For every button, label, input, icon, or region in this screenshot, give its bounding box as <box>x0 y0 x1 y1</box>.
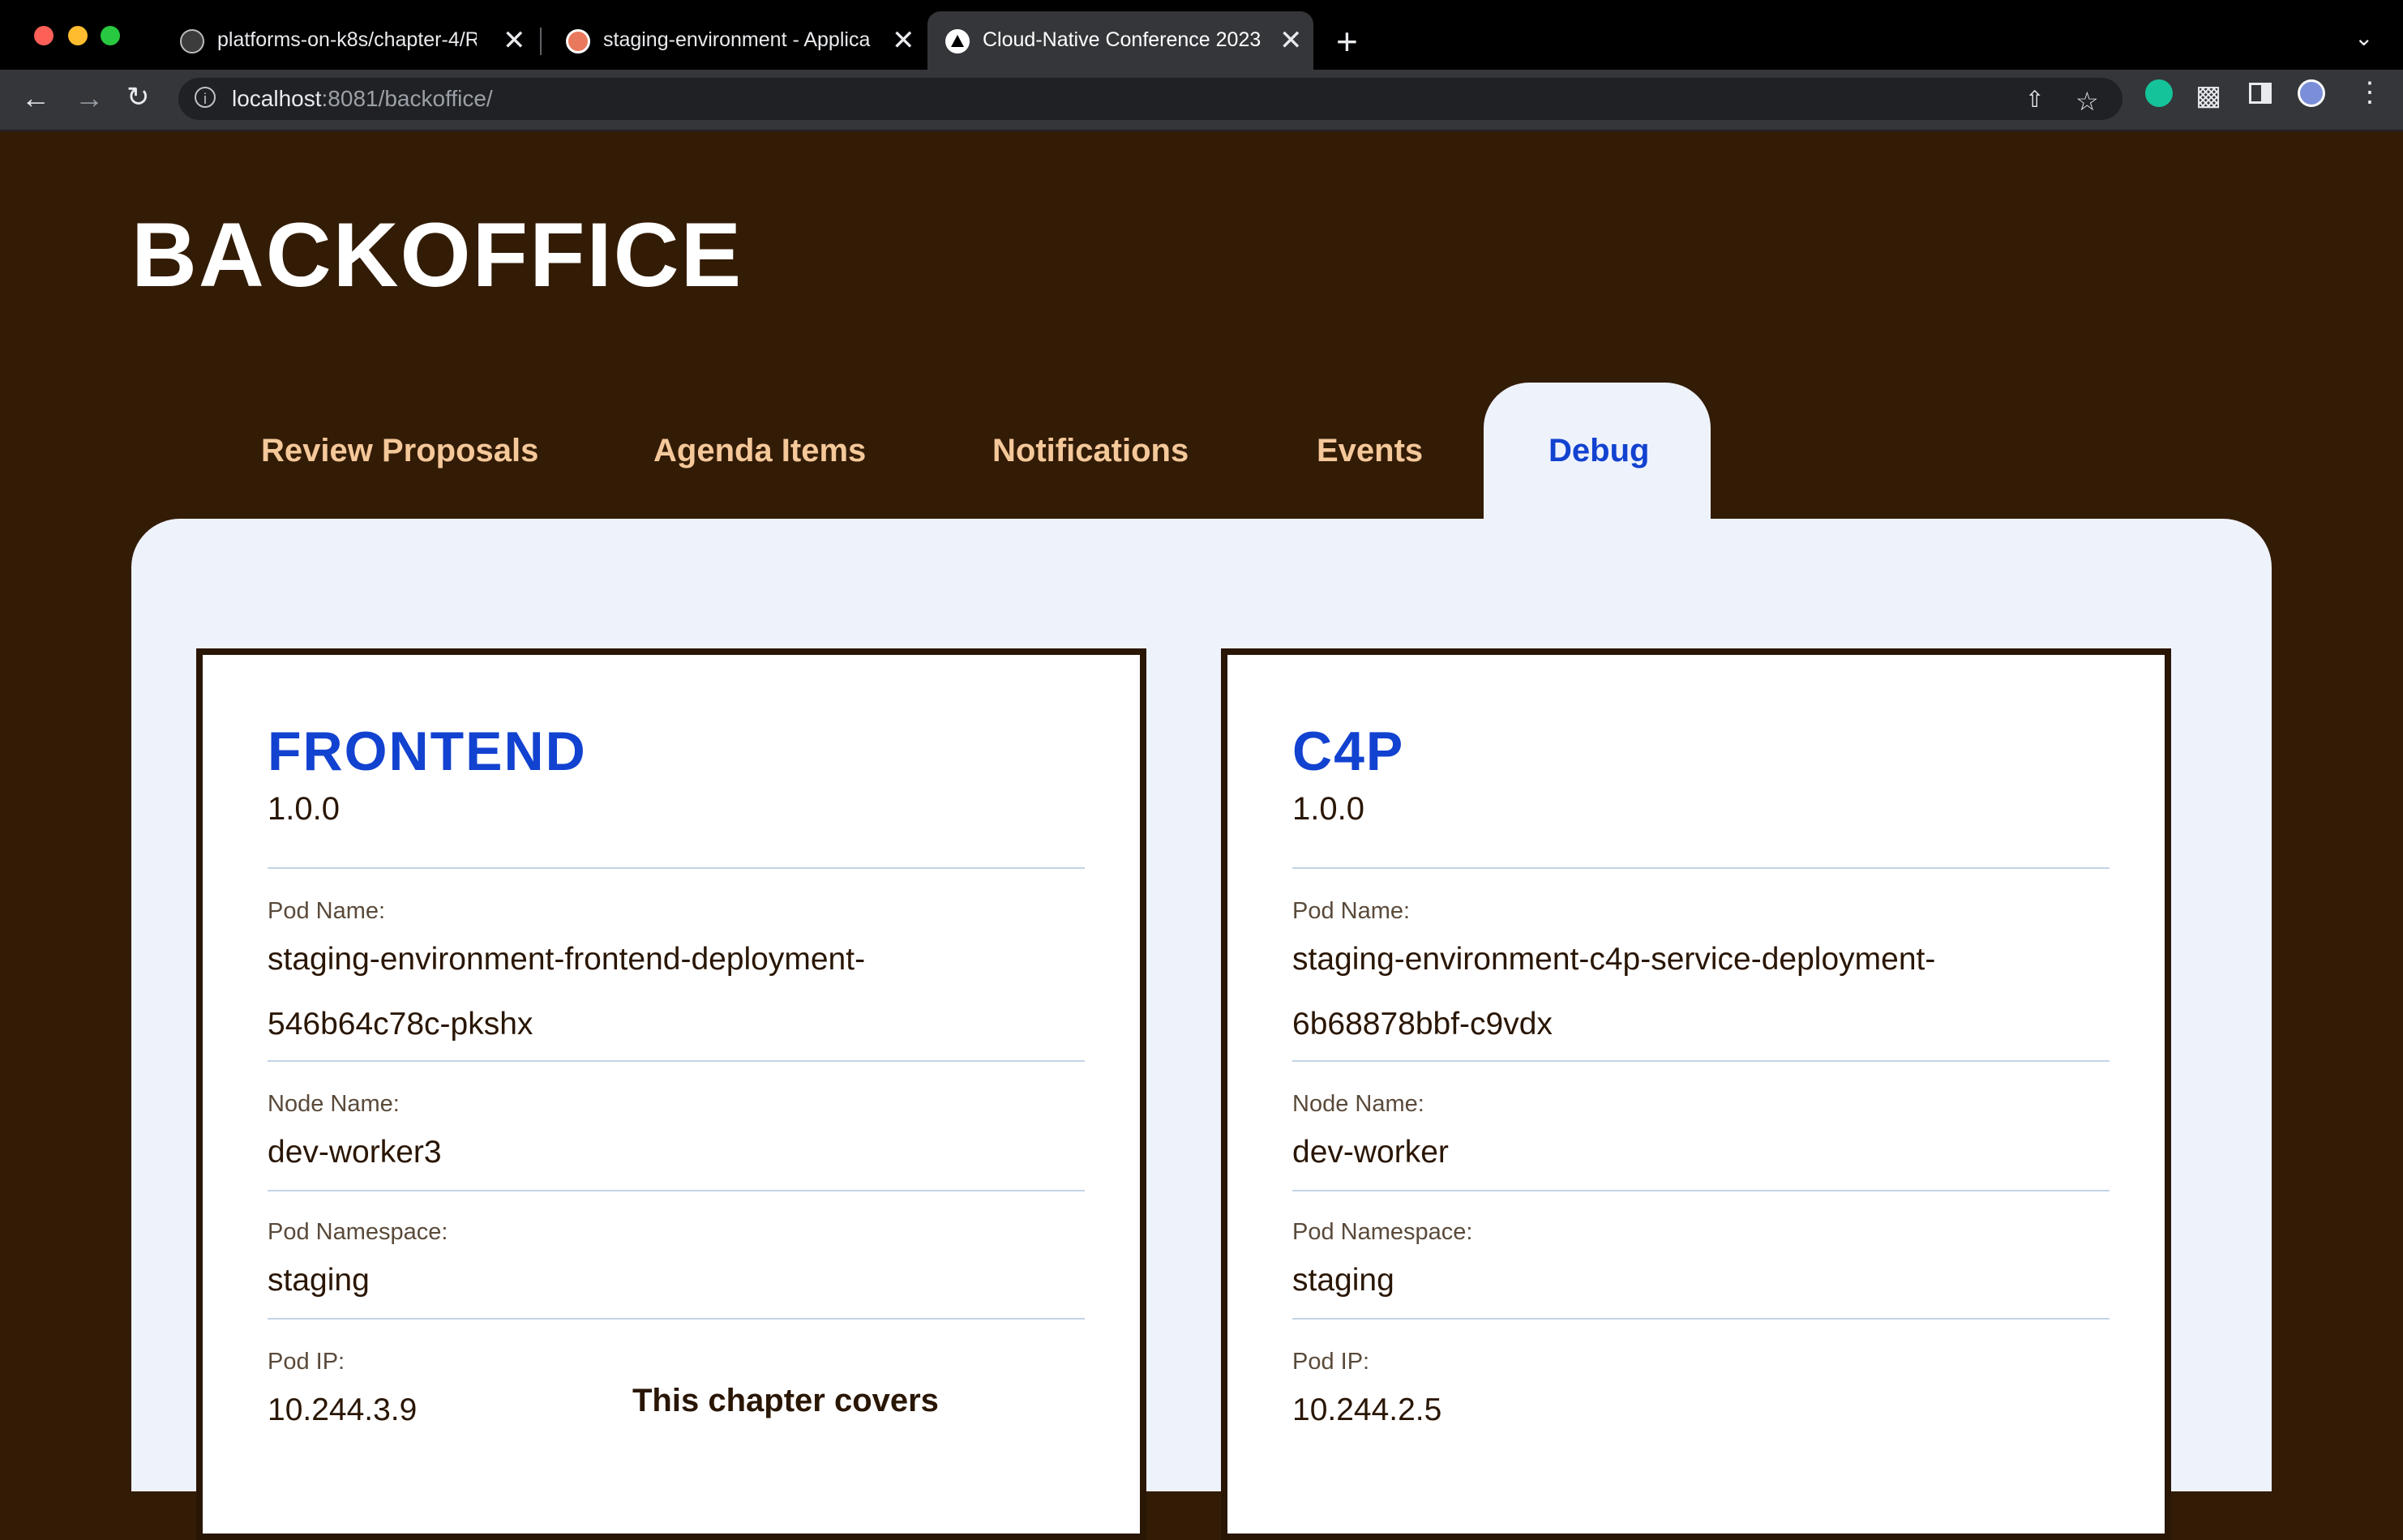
pod-ip-label: Pod IP: <box>268 1349 345 1375</box>
pod-namespace-label: Pod Namespace: <box>1292 1219 1473 1245</box>
node-name-label: Node Name: <box>268 1091 400 1117</box>
pod-namespace-value: staging <box>1292 1263 1394 1298</box>
back-arrow-icon[interactable]: ← <box>21 81 50 115</box>
triangle-logo-icon <box>945 29 970 53</box>
tab-title: Cloud-Native Conference 2023 <box>983 28 1261 51</box>
browser-tab-conference[interactable]: Cloud-Native Conference 2023 ✕ <box>927 11 1313 70</box>
side-panel-icon[interactable] <box>2249 83 2272 104</box>
pod-ip-label: Pod IP: <box>1292 1349 1370 1375</box>
tab-search-chevron-icon[interactable]: ⌄ <box>2354 24 2373 51</box>
bookmark-star-icon[interactable]: ☆ <box>2075 86 2099 117</box>
browser-tab-strip: platforms-on-k8s/chapter-4/R ✕ staging-e… <box>0 0 2403 70</box>
tab-title: platforms-on-k8s/chapter-4/R <box>217 28 477 51</box>
forward-arrow-icon[interactable]: → <box>75 81 104 115</box>
divider <box>268 867 1085 869</box>
pod-ip-value: 10.244.2.5 <box>1292 1392 1442 1427</box>
overlay-caption: This chapter covers <box>632 1383 939 1418</box>
pod-name-value-line2: 6b68878bbf-c9vdx <box>1292 1007 1553 1042</box>
close-icon[interactable]: ✕ <box>503 24 526 57</box>
node-name-value: dev-worker3 <box>268 1135 442 1170</box>
node-name-value: dev-worker <box>1292 1135 1449 1170</box>
service-name: C4P <box>1292 721 1405 782</box>
pod-name-value-line2: 546b64c78c-pkshx <box>268 1007 533 1042</box>
url-text[interactable]: localhost:8081/backoffice/ <box>232 86 493 112</box>
service-version: 1.0.0 <box>268 791 340 827</box>
browser-toolbar: ← → ↻ i localhost:8081/backoffice/ ⇧ ☆ ▩… <box>0 70 2403 131</box>
service-card-c4p: C4P 1.0.0 Pod Name: staging-environment-… <box>1221 648 2171 1540</box>
tab-debug[interactable]: Debug <box>1548 433 1649 469</box>
pod-namespace-label: Pod Namespace: <box>268 1219 448 1245</box>
tab-review-proposals[interactable]: Review Proposals <box>261 433 538 469</box>
pod-name-value-line1: staging-environment-c4p-service-deployme… <box>1292 942 1936 977</box>
close-icon[interactable]: ✕ <box>1279 24 1303 57</box>
pod-name-value-line1: staging-environment-frontend-deployment- <box>268 942 866 977</box>
pod-name-label: Pod Name: <box>1292 898 1411 924</box>
site-info-icon[interactable]: i <box>195 87 216 108</box>
address-bar[interactable]: i localhost:8081/backoffice/ ⇧ ☆ <box>178 78 2122 120</box>
extensions-puzzle-icon[interactable]: ▩ <box>2195 79 2221 112</box>
argo-icon <box>566 29 590 53</box>
tab-notifications[interactable]: Notifications <box>992 433 1189 469</box>
close-icon[interactable]: ✕ <box>892 24 915 57</box>
window-zoom-button[interactable] <box>101 26 120 45</box>
window-close-button[interactable] <box>34 26 54 45</box>
browser-tab-argocd[interactable]: staging-environment - Applica ✕ <box>548 11 921 70</box>
divider <box>268 1318 1085 1320</box>
node-name-label: Node Name: <box>1292 1091 1424 1117</box>
tab-events[interactable]: Events <box>1317 433 1423 469</box>
github-icon <box>180 29 204 53</box>
grammarly-extension-icon[interactable] <box>2145 79 2173 107</box>
divider <box>268 1060 1085 1062</box>
reload-icon[interactable]: ↻ <box>126 81 150 113</box>
service-name: FRONTEND <box>268 721 587 782</box>
browser-tab-github[interactable]: platforms-on-k8s/chapter-4/R ✕ <box>162 11 535 70</box>
pod-name-label: Pod Name: <box>268 898 386 924</box>
share-icon[interactable]: ⇧ <box>2025 86 2044 113</box>
divider <box>1292 1060 2110 1062</box>
divider <box>1292 867 2110 869</box>
divider <box>1292 1318 2110 1320</box>
tab-agenda-items[interactable]: Agenda Items <box>653 433 866 469</box>
new-tab-button[interactable]: + <box>1336 19 1358 63</box>
profile-avatar[interactable] <box>2298 79 2325 107</box>
divider <box>268 1190 1085 1191</box>
tab-title: staging-environment - Applica <box>603 28 871 51</box>
browser-menu-icon[interactable]: ⋮ <box>2356 76 2384 109</box>
window-minimize-button[interactable] <box>68 26 88 45</box>
divider <box>1292 1190 2110 1191</box>
pod-namespace-value: staging <box>268 1263 370 1298</box>
page-title: BACKOFFICE <box>131 204 743 306</box>
service-version: 1.0.0 <box>1292 791 1364 827</box>
tab-separator <box>540 28 542 55</box>
